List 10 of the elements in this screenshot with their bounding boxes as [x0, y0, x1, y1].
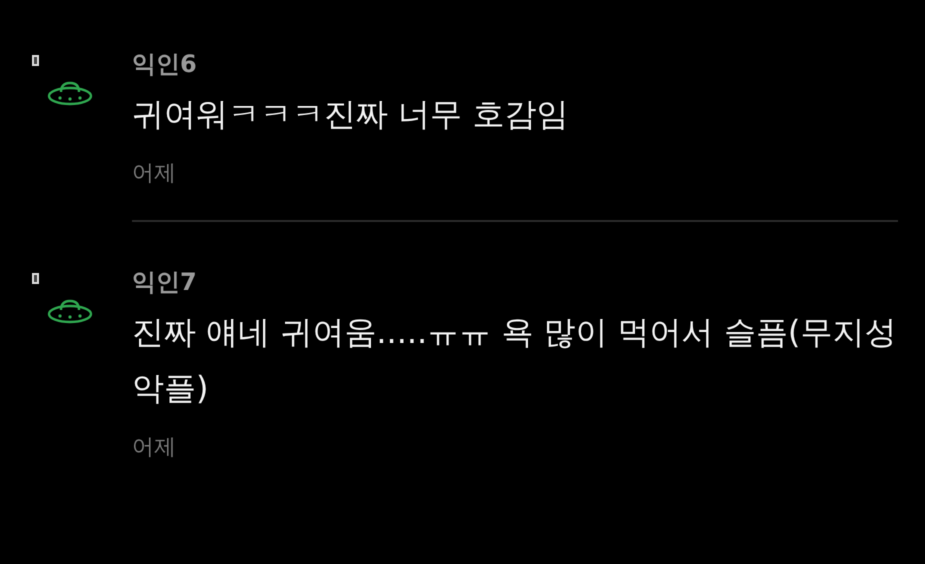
comment-time: 어제 [132, 160, 177, 188]
ufo-icon [46, 80, 94, 108]
comment-text: 귀여워ㅋㅋㅋ진짜 너무 호감임 [132, 94, 570, 135]
glyph-box-icon [32, 273, 39, 284]
ufo-icon [46, 298, 94, 326]
author-name: 익인6 [132, 49, 198, 80]
comment-time: 어제 [132, 434, 177, 462]
comment-text: 진짜 얘네 귀여움.....ㅠㅠ 욕 많이 먹어서 슬픔(무지성악플) [132, 312, 898, 409]
author-name: 익인7 [132, 267, 198, 298]
glyph-box-icon [32, 55, 39, 66]
